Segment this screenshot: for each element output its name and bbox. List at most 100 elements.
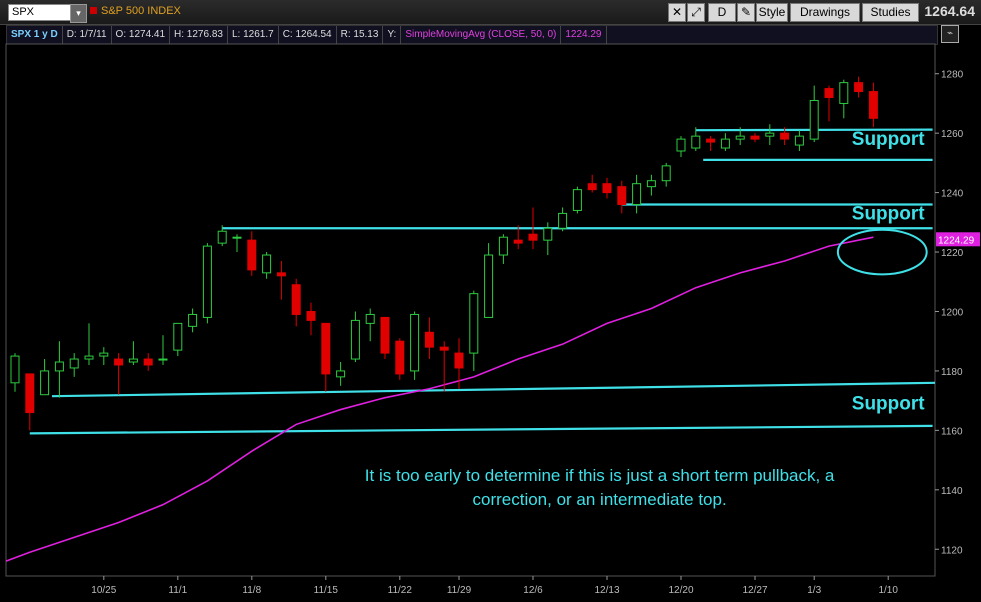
highlight-ellipse <box>836 228 928 276</box>
candle-body <box>632 183 642 205</box>
candle-body <box>99 352 109 357</box>
support-label: Support <box>852 203 925 224</box>
y-tick-label: 1280 <box>941 70 964 81</box>
candle-body <box>661 165 671 182</box>
studies-button[interactable]: Studies <box>862 3 919 22</box>
candle-body <box>306 310 316 321</box>
y-tick-label: 1140 <box>941 486 963 497</box>
drawings-button[interactable]: Drawings <box>790 3 860 22</box>
quote-info-bar: SPX 1 y D D: 1/7/11 O: 1274.41 H: 1276.83 L:… <box>6 25 938 45</box>
candle-body <box>646 180 656 188</box>
y-tick-label: 1240 <box>941 189 964 200</box>
style-button[interactable]: Style <box>756 3 788 22</box>
y-tick-label: 1180 <box>941 367 963 378</box>
candle-body <box>247 239 257 271</box>
candle-body <box>350 319 360 360</box>
candle-body <box>484 254 494 318</box>
candle-body <box>158 358 168 361</box>
last-price: 1264.64 <box>924 3 975 19</box>
candle-body <box>498 236 508 256</box>
x-tick-label: 11/8 <box>242 585 261 596</box>
x-tick-label: 11/29 <box>447 585 472 596</box>
support-line <box>29 424 933 435</box>
candle-body <box>380 316 390 354</box>
x-tick-label: 12/13 <box>594 585 619 596</box>
plot-area <box>5 43 936 577</box>
symbol-input[interactable]: SPX <box>8 4 73 21</box>
price-chart[interactable]: 1120 1140 1160 1180 1200 1220 1240 1260 1280 10/2… <box>0 0 981 602</box>
quote-high: H: 1276.83 <box>170 26 228 44</box>
candle-body <box>365 313 375 324</box>
candle-body <box>410 313 420 372</box>
sma-price-tag <box>936 232 980 247</box>
candle-body <box>143 358 153 366</box>
chart-pane-icon[interactable]: ⌁ <box>941 25 959 43</box>
y-tick-label: 1160 <box>941 426 963 437</box>
quote-range: R: 15.13 <box>337 26 384 44</box>
candle-body <box>587 183 597 191</box>
annotation-line-2: correction, or an intermediate top. <box>473 490 727 509</box>
symbol-color-icon <box>90 7 97 14</box>
y-tick-label: 1120 <box>941 545 963 556</box>
candle-body <box>262 254 272 274</box>
candle-body <box>469 293 479 354</box>
x-tick-label: 12/20 <box>668 585 693 596</box>
candle-body <box>706 138 716 143</box>
candle-body <box>173 322 183 351</box>
candle-body <box>765 132 775 137</box>
chart-ticker: SPX 1 y D <box>7 26 63 44</box>
candle-body <box>54 361 64 372</box>
zoom-icon[interactable]: ⤢ <box>687 3 705 22</box>
candle-body <box>558 212 568 229</box>
candle-body <box>395 340 405 375</box>
info-icon[interactable]: i <box>10 48 22 60</box>
candle-body <box>321 322 331 375</box>
candle-body <box>868 91 878 119</box>
x-tick-label: 1/3 <box>807 585 821 596</box>
x-tick-label: 11/15 <box>314 585 339 596</box>
candle-body <box>439 346 449 351</box>
support-line <box>51 381 936 398</box>
candle-body <box>291 284 301 315</box>
quote-close: C: 1264.54 <box>279 26 337 44</box>
candle-body <box>128 358 138 363</box>
candle-body <box>735 135 745 140</box>
candle-body <box>854 82 864 93</box>
annotation-line-1: It is too early to determine if this is … <box>365 466 835 485</box>
x-tick-label: 11/22 <box>388 585 413 596</box>
y-tick-label: 1200 <box>941 307 964 318</box>
toolbar: SPX ▾ S&P 500 INDEX ✕ ⤢ D ✎ Style Drawin… <box>0 0 981 25</box>
y-tick-label: 1220 <box>941 248 964 259</box>
candle-body <box>572 189 582 211</box>
candle-body <box>794 135 804 146</box>
period-button[interactable]: D <box>708 3 736 22</box>
support-label: Support <box>852 129 925 150</box>
candle-body <box>513 239 523 244</box>
candle-body <box>691 135 701 149</box>
candle-body <box>276 272 286 277</box>
sma-study-value: 1224.29 <box>561 26 607 44</box>
support-line <box>695 128 933 132</box>
x-tick-label: 12/27 <box>742 585 767 596</box>
candle-body <box>809 99 819 140</box>
symbol-dropdown-button[interactable]: ▾ <box>70 4 87 23</box>
candle-body <box>217 230 227 244</box>
sma-study-label[interactable]: SimpleMovingAvg (CLOSE, 50, 0) <box>401 26 562 44</box>
candle-body <box>454 352 464 369</box>
support-label: Support <box>852 394 925 415</box>
gear-icon[interactable]: ✎ <box>737 3 755 22</box>
candle-body <box>40 370 50 396</box>
candle-body <box>84 355 94 360</box>
candle-body <box>424 331 434 348</box>
x-tick-label: 11/1 <box>168 585 187 596</box>
candle-body <box>617 186 627 205</box>
x-tick-label: 1/10 <box>878 585 898 596</box>
candle-body <box>10 355 20 384</box>
copyright-notice: i 2010 © TD AMERITRADE IP Company, Inc. <box>10 48 220 60</box>
quote-date: D: 1/7/11 <box>63 26 112 44</box>
candle-body <box>114 358 124 366</box>
crosshair-icon[interactable]: ✕ <box>668 3 686 22</box>
sma-line <box>5 236 874 562</box>
candle-body <box>780 132 790 140</box>
candle-body <box>720 138 730 149</box>
